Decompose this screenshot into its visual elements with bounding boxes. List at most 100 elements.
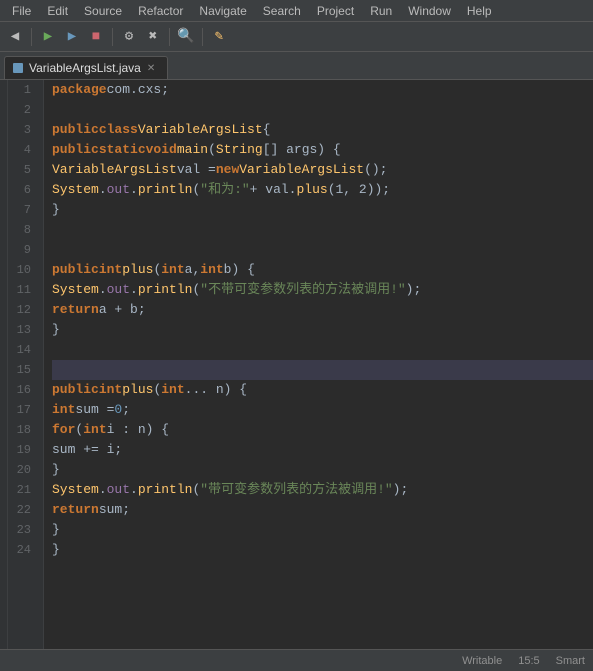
line-number-9: 9 — [8, 240, 37, 260]
toolbar-search-btn[interactable]: 🔍 — [175, 26, 197, 48]
code-line-23: } — [52, 520, 593, 540]
toolbar-clean-btn[interactable]: ✖ — [142, 26, 164, 48]
token: i : n) { — [107, 420, 169, 440]
menu-refactor[interactable]: Refactor — [130, 0, 191, 21]
line-number-12: 12 — [8, 300, 37, 320]
menu-navigate[interactable]: Navigate — [191, 0, 254, 21]
toolbar-sep-3 — [169, 28, 170, 46]
token: System — [52, 280, 99, 300]
code-content[interactable]: package com.cxs; public class VariableAr… — [44, 80, 593, 649]
menu-source[interactable]: Source — [76, 0, 130, 21]
token: plus — [296, 180, 327, 200]
toolbar-stop-btn[interactable]: ■ — [85, 26, 107, 48]
token: println — [138, 280, 193, 300]
toolbar-back-btn[interactable]: ◀ — [4, 26, 26, 48]
token: . — [99, 180, 107, 200]
toolbar: ◀ ▶ ▶ ■ ⚙ ✖ 🔍 ✎ — [0, 22, 593, 52]
token: ( — [153, 380, 161, 400]
token: int — [99, 380, 122, 400]
token: out — [107, 180, 130, 200]
menu-search[interactable]: Search — [255, 0, 309, 21]
token: ); — [406, 280, 422, 300]
token: ( — [75, 420, 83, 440]
token: int — [99, 260, 122, 280]
token: new — [216, 160, 239, 180]
token: . — [130, 480, 138, 500]
toolbar-sep-1 — [31, 28, 32, 46]
token: . — [130, 280, 138, 300]
token: void — [146, 140, 177, 160]
code-line-12: return a + b; — [52, 300, 593, 320]
token: } — [52, 200, 60, 220]
token: } — [52, 460, 60, 480]
code-line-11: System.out.println("不带可变参数列表的方法被调用!"); — [52, 280, 593, 300]
toolbar-sep-4 — [202, 28, 203, 46]
code-line-4: public static void main(String[] args) { — [52, 140, 593, 160]
status-bar: Writable 15:5 Smart — [0, 649, 593, 671]
code-line-2 — [52, 100, 593, 120]
code-line-20: } — [52, 460, 593, 480]
code-line-5: VariableArgsList val = new VariableArgsL… — [52, 160, 593, 180]
line-number-23: 23 — [8, 520, 37, 540]
status-writable-label: Writable — [462, 655, 502, 667]
token: sum; — [99, 500, 130, 520]
token: ( — [192, 180, 200, 200]
toolbar-build-btn[interactable]: ⚙ — [118, 26, 140, 48]
status-encoding: Smart — [556, 655, 585, 667]
tab-close-btn[interactable]: ✕ — [147, 63, 155, 74]
token: String — [216, 140, 263, 160]
token: } — [52, 320, 60, 340]
menu-edit[interactable]: Edit — [39, 0, 76, 21]
code-line-16: public int plus(int... n) { — [52, 380, 593, 400]
token: public — [52, 260, 99, 280]
toolbar-run-btn[interactable]: ▶ — [37, 26, 59, 48]
token: ( — [208, 140, 216, 160]
menu-window[interactable]: Window — [400, 0, 459, 21]
token: int — [161, 380, 184, 400]
token: } — [52, 540, 60, 560]
token: . — [130, 180, 138, 200]
token: [] args) { — [263, 140, 341, 160]
toolbar-debug-btn[interactable]: ▶ — [61, 26, 83, 48]
token: ); — [393, 480, 409, 500]
tab-label: VariableArgsList.java — [29, 61, 141, 75]
token: + val. — [250, 180, 297, 200]
status-position: 15:5 — [518, 655, 539, 667]
line-number-11: 11 — [8, 280, 37, 300]
tab-variable-args-list[interactable]: VariableArgsList.java ✕ — [4, 56, 168, 79]
menu-run[interactable]: Run — [362, 0, 400, 21]
token: println — [138, 480, 193, 500]
token: class — [99, 120, 138, 140]
token: com.cxs; — [107, 80, 169, 100]
token: (1, 2)); — [328, 180, 390, 200]
token: a + b; — [99, 300, 146, 320]
line-number-7: 7 — [8, 200, 37, 220]
token: ( — [153, 260, 161, 280]
code-line-7: } — [52, 200, 593, 220]
line-number-21: 21 — [8, 480, 37, 500]
editor-area: 123456789101112131415161718192021222324 … — [0, 80, 593, 649]
tab-bar: VariableArgsList.java ✕ — [0, 52, 593, 80]
token: plus — [122, 380, 153, 400]
token: "和为:" — [200, 180, 249, 200]
line-number-8: 8 — [8, 220, 37, 240]
line-number-10: 10 — [8, 260, 37, 280]
toolbar-highlight-btn[interactable]: ✎ — [208, 26, 230, 48]
token: int — [161, 260, 184, 280]
menu-project[interactable]: Project — [309, 0, 362, 21]
token: "带可变参数列表的方法被调用!" — [200, 480, 392, 500]
token: (); — [364, 160, 387, 180]
token: int — [83, 420, 106, 440]
java-file-icon — [13, 63, 23, 73]
line-number-1: 1 — [8, 80, 37, 100]
status-position-label: 15:5 — [518, 655, 539, 667]
code-line-24: } — [52, 540, 593, 560]
menu-help[interactable]: Help — [459, 0, 500, 21]
token: VariableArgsList — [138, 120, 263, 140]
code-line-18: for (int i : n) { — [52, 420, 593, 440]
menu-file[interactable]: File — [4, 0, 39, 21]
token: ( — [192, 280, 200, 300]
line-number-14: 14 — [8, 340, 37, 360]
token: System — [52, 480, 99, 500]
token: ; — [122, 400, 130, 420]
